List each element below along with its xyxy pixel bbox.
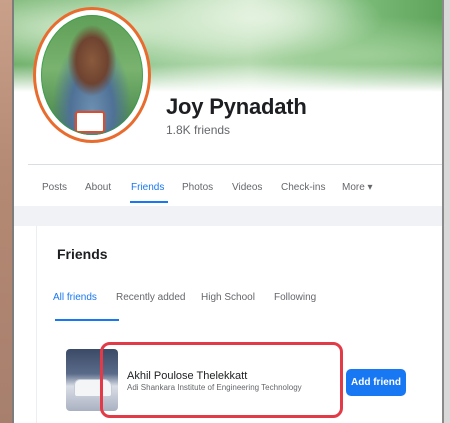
avatar-frame-ring xyxy=(41,15,143,135)
tab-posts[interactable]: Posts xyxy=(42,182,67,193)
add-friend-button[interactable]: Add friend xyxy=(346,369,406,396)
tab-more[interactable]: More ▾ xyxy=(342,182,373,193)
facebook-profile-window: Joy Pynadath 1.8K friends Posts About Fr… xyxy=(14,0,442,423)
tab-active-indicator xyxy=(130,201,168,203)
background-window-edge-right xyxy=(442,0,450,423)
subtab-active-indicator xyxy=(55,319,119,321)
tab-about[interactable]: About xyxy=(85,182,111,193)
tabs-divider xyxy=(28,164,442,165)
profile-friends-count[interactable]: 1.8K friends xyxy=(166,123,230,137)
section-gap xyxy=(14,206,442,226)
tab-check-ins[interactable]: Check-ins xyxy=(281,182,325,193)
tab-photos[interactable]: Photos xyxy=(182,182,213,193)
profile-avatar[interactable] xyxy=(36,10,148,140)
tab-friends[interactable]: Friends xyxy=(131,182,164,193)
car-photo-shape xyxy=(74,379,112,397)
subtab-all-friends[interactable]: All friends xyxy=(53,292,97,303)
background-window-edge-left xyxy=(0,0,14,423)
friend-avatar[interactable] xyxy=(66,349,118,411)
profile-name: Joy Pynadath xyxy=(166,94,307,119)
friend-subtitle: Adi Shankara Institute of Engineering Te… xyxy=(127,383,302,392)
friend-name[interactable]: Akhil Poulose Thelekkatt xyxy=(127,370,247,382)
subtab-following[interactable]: Following xyxy=(274,292,316,303)
subtab-recently-added[interactable]: Recently added xyxy=(116,292,186,303)
subtab-high-school[interactable]: High School xyxy=(201,292,255,303)
tab-videos[interactable]: Videos xyxy=(232,182,262,193)
friends-section-title: Friends xyxy=(57,246,108,262)
